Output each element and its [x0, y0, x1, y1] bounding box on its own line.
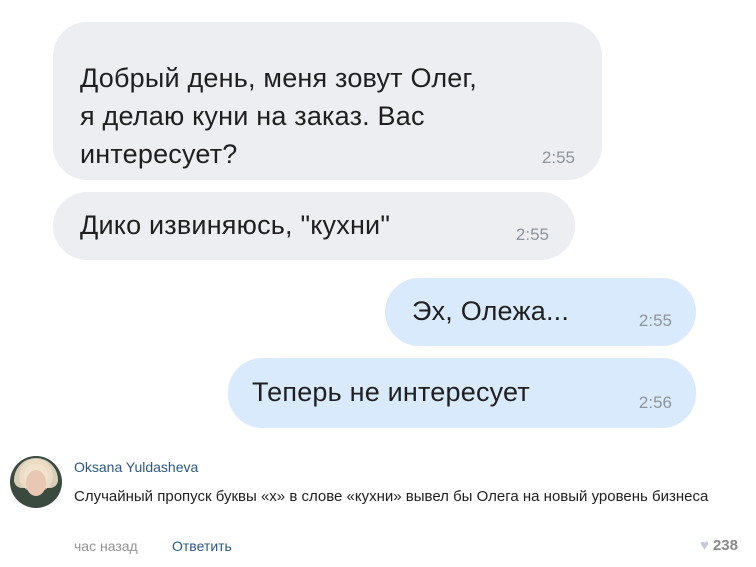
- message-time: 2:55: [515, 225, 549, 244]
- message-time: 2:55: [638, 311, 672, 330]
- message-bubble-incoming[interactable]: Добрый день, меня зовут Олег, я делаю ку…: [53, 22, 602, 180]
- comment-time[interactable]: час назад: [74, 538, 138, 554]
- like-button[interactable]: ♥ 238: [700, 537, 738, 554]
- message-bubble-outgoing[interactable]: Теперь не интересует 2:56: [228, 358, 696, 428]
- heart-icon: ♥: [700, 537, 709, 554]
- message-time: 2:55: [541, 148, 575, 167]
- message-text: Эх, Олежа...: [412, 296, 570, 326]
- like-count: 238: [712, 537, 738, 554]
- reply-button[interactable]: Ответить: [172, 538, 232, 554]
- message-bubble-outgoing[interactable]: Эх, Олежа... 2:55: [385, 278, 696, 346]
- comment-author-link[interactable]: Oksana Yuldasheva: [74, 459, 198, 475]
- message-text: Теперь не интересует: [252, 377, 530, 407]
- comment-text: Случайный пропуск буквы «х» в слове «кух…: [74, 488, 709, 505]
- message-bubble-incoming[interactable]: Дико извиняюсь, "кухни" 2:55: [53, 192, 575, 260]
- avatar[interactable]: [10, 456, 62, 508]
- message-text: Добрый день, меня зовут Олег, я делаю ку…: [80, 63, 477, 169]
- message-time: 2:56: [638, 393, 672, 412]
- message-text: Дико извиняюсь, "кухни": [80, 210, 391, 240]
- avatar-face: [26, 470, 46, 496]
